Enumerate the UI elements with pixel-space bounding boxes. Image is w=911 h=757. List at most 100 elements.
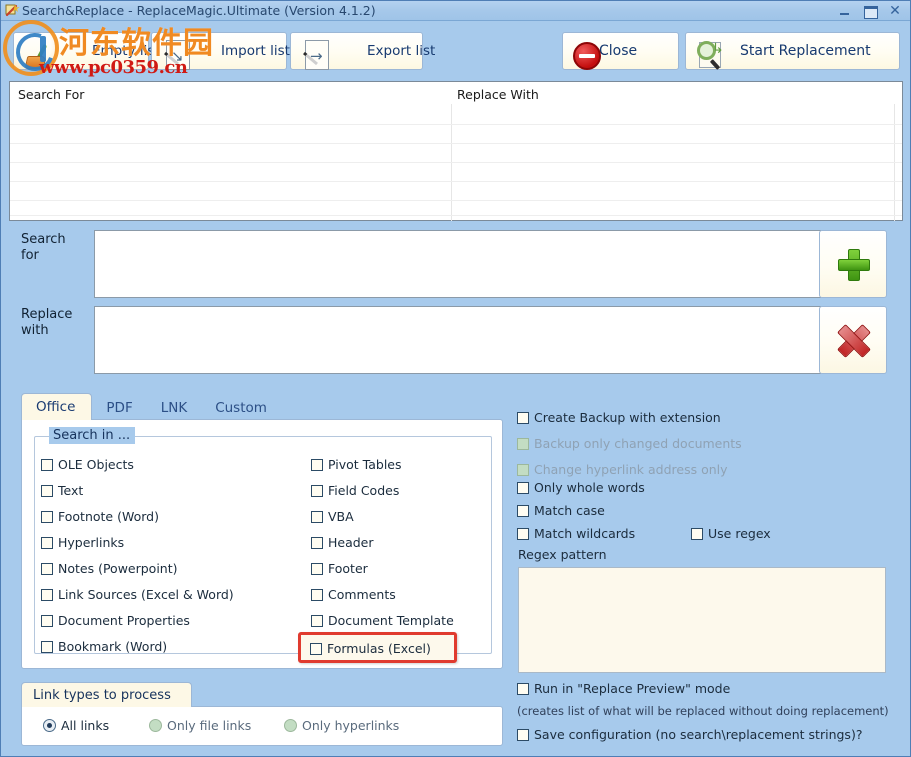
checkbox-document-template[interactable]: Document Template (311, 613, 454, 628)
search-for-label: Search for (21, 232, 66, 263)
grid-row-line (10, 181, 902, 182)
checkbox-label: Hyperlinks (58, 535, 125, 550)
tab-office[interactable]: Office (21, 393, 93, 420)
checkbox-box-icon[interactable] (517, 481, 529, 494)
checkbox-replace-preview[interactable]: Run in "Replace Preview" mode (517, 681, 730, 696)
add-entry-button[interactable] (819, 230, 887, 298)
checkbox-box-icon[interactable] (311, 562, 323, 575)
checkbox-link-sources[interactable]: Link Sources (Excel & Word) (41, 587, 234, 602)
checkbox-box-icon[interactable] (41, 484, 53, 497)
radio-only-file-links[interactable]: Only file links (149, 718, 251, 733)
tab-pdf[interactable]: PDF (92, 395, 146, 420)
replacement-list-grid[interactable]: Search For Replace With (9, 81, 903, 221)
checkbox-notes-powerpoint[interactable]: Notes (Powerpoint) (41, 561, 178, 576)
checkbox-label: Footnote (Word) (58, 509, 159, 524)
start-replacement-button[interactable]: ↳ Start Replacement (685, 32, 900, 70)
checkbox-pivot-tables[interactable]: Pivot Tables (311, 457, 402, 472)
checkbox-hyperlinks[interactable]: Hyperlinks (41, 535, 124, 550)
minimize-button[interactable] (838, 4, 852, 18)
checkbox-only-whole-words[interactable]: Only whole words (517, 480, 645, 495)
grid-row-line (10, 215, 902, 216)
checkbox-box-icon[interactable] (517, 504, 529, 517)
wand-icon (4, 3, 20, 19)
checkbox-change-hyperlink-only: Change hyperlink address only (517, 462, 728, 477)
column-header-replace-with: Replace With (457, 87, 539, 102)
checkbox-box-icon[interactable] (517, 728, 529, 741)
checkbox-box-icon[interactable] (517, 527, 529, 540)
checkbox-box-icon[interactable] (41, 614, 53, 627)
checkbox-field-codes[interactable]: Field Codes (311, 483, 399, 498)
checkbox-comments[interactable]: Comments (311, 587, 396, 602)
import-page-icon: ↘ (164, 40, 190, 70)
checkbox-box-icon[interactable] (311, 536, 323, 549)
plus-icon (838, 249, 870, 281)
checkbox-box-icon[interactable] (311, 484, 323, 497)
magnifier-search-icon: ↳ (696, 40, 728, 70)
checkbox-document-properties[interactable]: Document Properties (41, 613, 190, 628)
checkbox-box-icon[interactable] (311, 458, 323, 471)
radio-label: All links (61, 718, 110, 733)
checkbox-box-icon[interactable] (41, 588, 53, 601)
delete-entry-button[interactable] (819, 306, 887, 374)
checkbox-label: Header (328, 535, 374, 550)
checkbox-label: Notes (Powerpoint) (58, 561, 178, 576)
empty-list-button[interactable]: Empty list (13, 32, 160, 70)
close-button[interactable]: Close (562, 32, 679, 70)
checkbox-box-icon[interactable] (517, 682, 529, 695)
checkbox-box-icon[interactable] (41, 458, 53, 471)
checkbox-create-backup[interactable]: Create Backup with extension (517, 410, 721, 425)
checkbox-footnote-word[interactable]: Footnote (Word) (41, 509, 159, 524)
radio-all-links[interactable]: All links (43, 718, 109, 733)
search-in-legend: Search in ... (49, 427, 136, 444)
export-list-button[interactable]: → Export list (290, 32, 435, 70)
checkbox-match-wildcards[interactable]: Match wildcards (517, 526, 635, 541)
checkbox-vba[interactable]: VBA (311, 509, 354, 524)
checkbox-label: Field Codes (328, 483, 400, 498)
close-window-button[interactable]: ✕ (888, 4, 902, 18)
grid-row-line (10, 124, 902, 125)
grid-row-line (10, 162, 902, 163)
radio-circle-icon[interactable] (43, 719, 56, 732)
checkbox-box-icon[interactable] (311, 588, 323, 601)
checkbox-bookmark-word[interactable]: Bookmark (Word) (41, 639, 167, 654)
checkbox-formulas-excel[interactable]: Formulas (Excel) (310, 641, 431, 656)
regex-pattern-input[interactable] (518, 567, 886, 673)
checkbox-backup-only-changed: Backup only changed documents (517, 436, 742, 451)
checkbox-match-case[interactable]: Match case (517, 503, 605, 518)
search-for-input[interactable] (94, 230, 821, 298)
title-bar: Search&Replace - ReplaceMagic.Ultimate (… (1, 1, 910, 21)
highlight-box-formulas-excel: Formulas (Excel) (298, 632, 457, 663)
replace-with-input[interactable] (94, 306, 821, 374)
checkbox-ole-objects[interactable]: OLE Objects (41, 457, 134, 472)
stop-icon (573, 42, 601, 70)
checkbox-text[interactable]: Text (41, 483, 83, 498)
checkbox-label: Save configuration (no search\replacemen… (534, 727, 863, 742)
radio-circle-icon[interactable] (149, 719, 162, 732)
tab-lnk[interactable]: LNK (147, 395, 201, 420)
checkbox-box-icon[interactable] (517, 411, 529, 424)
checkbox-box-icon[interactable] (311, 614, 323, 627)
checkbox-use-regex[interactable]: Use regex (691, 526, 771, 541)
checkbox-box-icon[interactable] (41, 562, 53, 575)
import-list-button[interactable]: ↘ Import list (151, 32, 290, 70)
checkbox-box-icon[interactable] (311, 510, 323, 523)
grid-header: Search For Replace With (10, 82, 902, 108)
checkbox-header[interactable]: Header (311, 535, 374, 550)
checkbox-label: Document Template (328, 613, 454, 628)
x-cross-icon (837, 324, 869, 356)
checkbox-footer[interactable]: Footer (311, 561, 368, 576)
checkbox-label: Change hyperlink address only (534, 462, 728, 477)
checkbox-save-configuration[interactable]: Save configuration (no search\replacemen… (517, 727, 862, 742)
column-header-search-for: Search For (18, 87, 85, 102)
checkbox-box-icon[interactable] (310, 642, 322, 655)
radio-only-hyperlinks[interactable]: Only hyperlinks (284, 718, 399, 733)
maximize-button[interactable] (863, 4, 878, 19)
radio-circle-icon[interactable] (284, 719, 297, 732)
empty-list-label: Empty list (92, 43, 160, 59)
checkbox-box-icon[interactable] (41, 510, 53, 523)
checkbox-box-icon[interactable] (691, 527, 703, 540)
checkbox-box-icon[interactable] (41, 536, 53, 549)
regex-pattern-label: Regex pattern (518, 547, 607, 562)
tab-custom[interactable]: Custom (201, 395, 281, 420)
checkbox-box-icon[interactable] (41, 640, 53, 653)
